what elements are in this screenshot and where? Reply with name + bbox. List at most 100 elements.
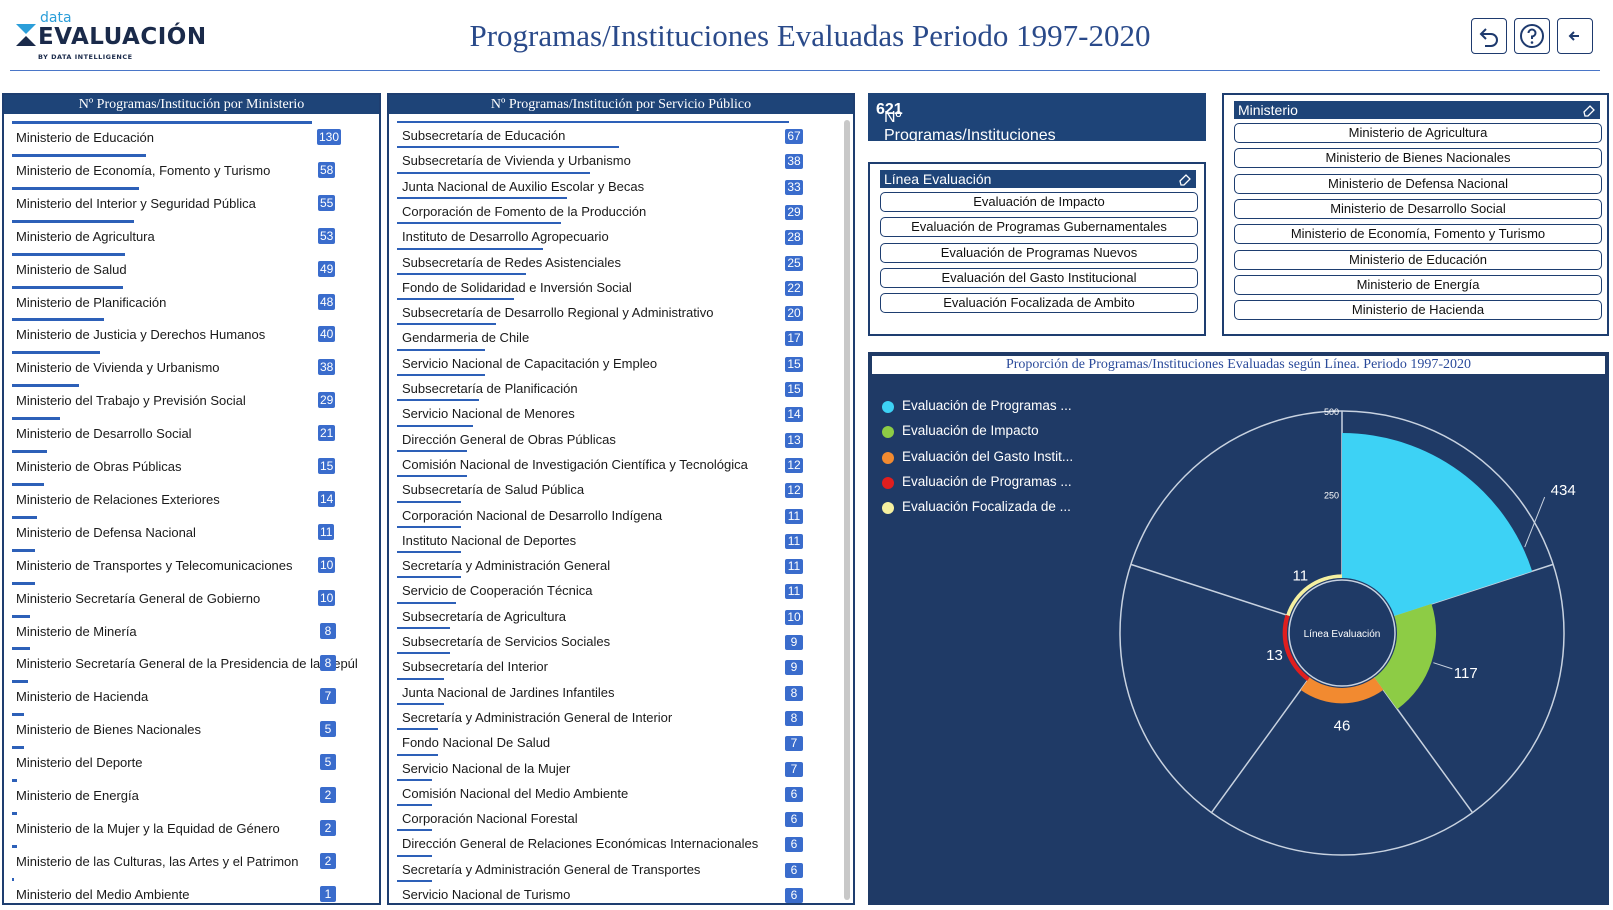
servicio-count-badge: 8 [785,685,803,701]
center-label: Línea Evaluación [1304,629,1381,640]
servicio-row[interactable]: Subsecretaría de Servicios Sociales 9 [389,627,853,652]
servicio-row[interactable]: Junta Nacional de Jardines Infantiles 8 [389,677,853,703]
help-button[interactable] [1514,18,1550,54]
ministerio-row[interactable]: Ministerio de Transportes y Telecomunica… [4,548,379,581]
ministerio-count-badge: 55 [318,194,336,211]
ministerio-row[interactable]: Ministerio de Bienes Nacionales 5 [4,713,379,745]
servicio-bar [397,196,567,199]
servicio-row[interactable]: Subsecretaría del Interior 9 [389,652,853,677]
servicio-row[interactable]: Junta Nacional de Auxilio Escolar y Beca… [389,171,853,197]
servicio-row[interactable]: Corporación Nacional de Desarrollo Indíg… [389,500,853,526]
servicio-row[interactable]: Fondo de Solidaridad e Inversión Social 2… [389,272,853,298]
ministerio-row[interactable]: Ministerio de Defensa Nacional 11 [4,515,379,548]
ministerio-bar [12,746,24,750]
linea-filter-title-text: Línea Evaluación [884,171,992,187]
servicio-bar [397,449,468,452]
servicio-row[interactable]: Instituto Nacional de Deportes 11 [389,525,853,551]
servicio-row[interactable]: Instituto de Desarrollo Agropecuario 28 [389,222,853,247]
ministerio-row[interactable]: Ministerio de Desarrollo Social 21 [4,417,379,449]
ministerio-count-badge: 49 [318,260,336,277]
servicio-row[interactable]: Gendarmeria de Chile 17 [389,323,853,348]
ministerio-panel: Nº Programas/Institución por Ministerio … [2,93,381,905]
ministerio-row[interactable]: Ministerio Secretaría General de la Pres… [4,647,379,679]
servicio-label: Junta Nacional de Auxilio Escolar y Beca… [402,178,645,194]
ministerio-filter-option[interactable]: Ministerio de Bienes Nacionales [1234,148,1602,169]
servicio-row[interactable]: Secretaría y Administración General 11 [389,551,853,576]
ministerio-row[interactable]: Ministerio del Interior y Seguridad Públ… [4,186,379,219]
ministerio-row[interactable]: Ministerio del Deporte 5 [4,746,379,778]
eraser-icon[interactable] [1582,103,1596,117]
servicio-row[interactable]: Servicio de Cooperación Técnica 11 [389,576,853,601]
ministerio-row[interactable]: Ministerio de Economía, Fomento y Turism… [4,153,379,186]
servicio-row[interactable]: Corporación de Fomento de la Producción 2… [389,196,853,222]
ministerio-filter-option[interactable]: Ministerio de Economía, Fomento y Turism… [1234,224,1602,245]
ministerio-row[interactable]: Ministerio de Justicia y Derechos Humano… [4,318,379,350]
servicio-label: Subsecretaría de Salud Pública [402,482,585,498]
ministerio-row[interactable]: Ministerio de Planificación 48 [4,285,379,318]
servicio-row[interactable]: Subsecretaría de Agricultura 10 [389,601,853,627]
servicio-label: Fondo de Solidaridad e Inversión Social [402,279,632,295]
linea-filter-option[interactable]: Evaluación de Impacto [880,192,1198,212]
servicio-count-badge: 7 [785,761,803,777]
back-button[interactable] [1557,18,1593,54]
servicio-row[interactable]: Servicio Nacional de Menores 14 [389,399,853,424]
servicio-row[interactable]: Subsecretaría de Educación 67 [389,121,853,146]
ministerio-row[interactable]: Ministerio de Energía 2 [4,779,379,811]
servicio-row[interactable]: Servicio Nacional de Capacitación y Empl… [389,348,853,374]
ministerio-bar [12,614,31,618]
servicio-row[interactable]: Subsecretaría de Redes Asistenciales 25 [389,247,853,273]
eraser-icon[interactable] [1178,172,1192,186]
ministerio-row[interactable]: Ministerio de Hacienda 7 [4,680,379,712]
servicio-row[interactable]: Servicio Nacional de Turismo 6 [389,880,853,905]
ministerio-row[interactable]: Ministerio de Vivienda y Urbanismo 38 [4,351,379,383]
servicio-row[interactable]: Servicio Nacional de la Mujer 7 [389,753,853,779]
ministerio-row[interactable]: Ministerio Secretaría General de Gobiern… [4,581,379,614]
servicio-row[interactable]: Subsecretaría de Desarrollo Regional y A… [389,298,853,323]
ministerio-row[interactable]: Ministerio de Agricultura 53 [4,219,379,252]
servicio-row[interactable]: Fondo Nacional De Salud 7 [389,728,853,753]
ministerio-count-badge: 2 [320,819,336,836]
ministerio-filter-option[interactable]: Ministerio de Educación [1234,249,1602,270]
servicio-bar [397,880,433,882]
ministerio-row[interactable]: Ministerio de las Culturas, las Artes y … [4,844,379,877]
ministerio-row[interactable]: Ministerio del Trabajo y Previsión Socia… [4,384,379,416]
servicio-row[interactable]: Corporación Nacional Forestal 6 [389,804,853,829]
undo-button[interactable] [1471,18,1507,54]
ministerio-count-badge: 40 [318,326,336,343]
ministerio-bar [12,417,61,421]
servicio-row[interactable]: Secretaría y Administración General de I… [389,702,853,728]
ministerio-label: Ministerio de Justicia y Derechos Humano… [16,327,266,343]
servicio-count-badge: 14 [785,407,803,423]
ministerio-row[interactable]: Ministerio de Salud 49 [4,252,379,285]
ministerio-filter-option[interactable]: Ministerio de Hacienda [1234,300,1602,321]
servicio-row[interactable]: Subsecretaría de Vivienda y Urbanismo 38 [389,146,853,171]
servicio-bar [397,804,433,807]
servicio-row[interactable]: Subsecretaría de Planificación 15 [389,374,853,399]
linea-filter-option[interactable]: Evaluación de Programas Gubernamentales [880,217,1198,238]
ministerio-row[interactable]: Ministerio de la Mujer y la Equidad de G… [4,811,379,844]
linea-filter-option[interactable]: Evaluación del Gasto Institucional [880,267,1198,288]
ministerio-filter-option[interactable]: Ministerio de Energía [1234,274,1602,295]
ministerio-row[interactable]: Ministerio de Minería 8 [4,614,379,647]
servicio-row[interactable]: Comisión Nacional de Investigación Cient… [389,449,853,475]
ministerio-filter-option[interactable]: Ministerio de Agricultura [1234,123,1602,143]
servicio-row[interactable]: Secretaría y Administración General de T… [389,854,853,880]
servicio-row[interactable]: Dirección General de Relaciones Económic… [389,829,853,854]
servicio-bar [397,146,620,149]
servicio-count-badge: 29 [785,204,803,220]
ministerio-row[interactable]: Ministerio de Obras Públicas 15 [4,450,379,482]
ministerio-filter-option[interactable]: Ministerio de Defensa Nacional [1234,173,1602,194]
servicio-row[interactable]: Subsecretaría de Salud Pública 12 [389,475,853,500]
linea-filter-option[interactable]: Evaluación Focalizada de Ambito [880,293,1198,314]
ministerio-label: Ministerio Secretaría General de la Pres… [16,656,358,672]
ministerio-filter-option[interactable]: Ministerio de Desarrollo Social [1234,198,1602,219]
ministerio-row[interactable]: Ministerio de Educación 130 [4,121,379,153]
servicio-bar [397,854,433,857]
ministerio-row[interactable]: Ministerio de Relaciones Exteriores 14 [4,482,379,515]
servicio-scrollbar[interactable] [844,120,850,900]
ministerio-bar [12,482,45,486]
servicio-row[interactable]: Comisión Nacional del Medio Ambiente 6 [389,778,853,804]
servicio-row[interactable]: Dirección General de Obras Públicas 13 [389,424,853,450]
servicio-count-badge: 12 [785,483,803,499]
linea-filter-option[interactable]: Evaluación de Programas Nuevos [880,242,1198,263]
